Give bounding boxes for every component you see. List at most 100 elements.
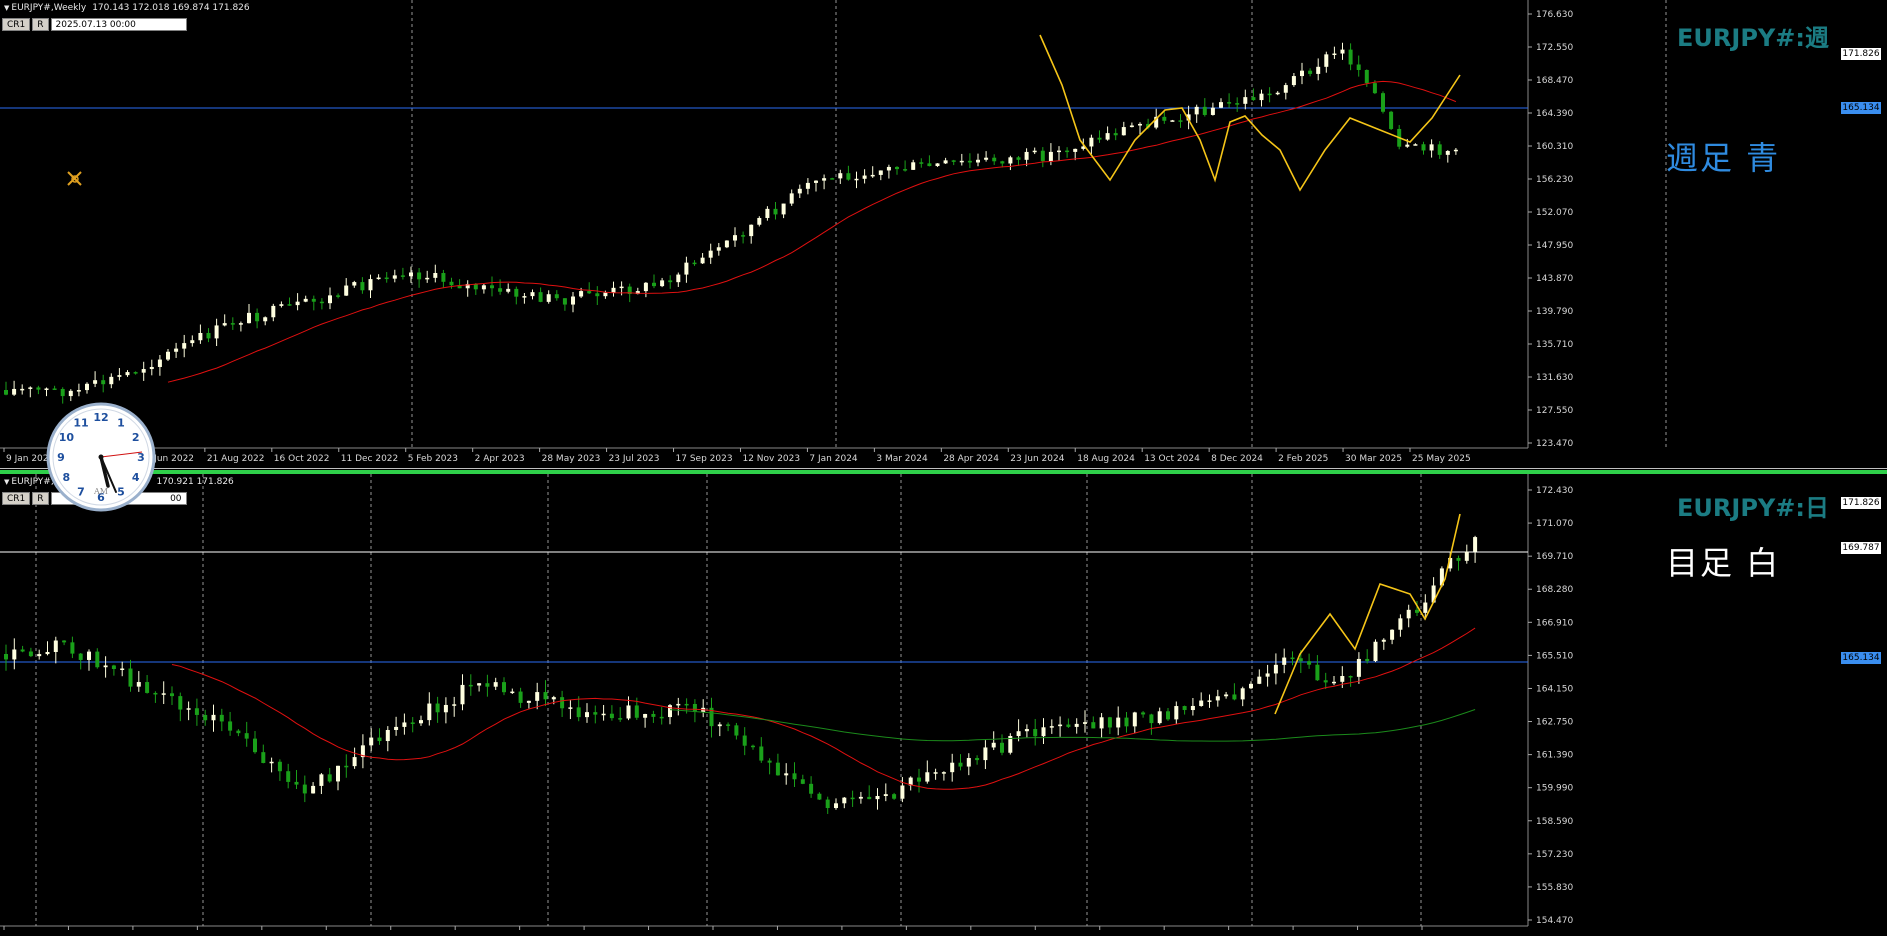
price-tick-label: 165.510 [1536, 651, 1573, 661]
weekly-chart-pane[interactable]: 176.630 172.550 168.470 164.390 160.310 156.2… [0, 0, 1887, 469]
candle-body [917, 777, 921, 782]
candle-body [1453, 149, 1458, 152]
candle-body [870, 174, 875, 177]
candle-body [376, 277, 381, 280]
candle-body [895, 166, 899, 170]
candle-body [643, 713, 648, 718]
daily-cr1-button[interactable]: CR1 [2, 492, 31, 505]
candle-body [514, 288, 519, 297]
candle-body [805, 182, 810, 189]
candle-body [609, 713, 614, 719]
candle-body [734, 725, 739, 736]
candle-body [109, 376, 114, 385]
price-tick-label: 143.870 [1536, 274, 1573, 284]
candle-body [153, 692, 158, 695]
candle-body [490, 285, 494, 289]
candle-body [538, 292, 543, 302]
candle-body [149, 366, 154, 370]
price-tick-label: 123.470 [1536, 439, 1573, 449]
candle-body [984, 157, 989, 160]
weekly-date-field[interactable]: 2025.07.13 00:00 [50, 18, 187, 31]
candle-body [850, 797, 855, 800]
candle-body [352, 282, 357, 286]
weekly-r-button[interactable]: R [32, 18, 49, 31]
daily-chart-pane[interactable]: 172.430 171.070 169.710 168.280 166.910 165.5… [0, 470, 1887, 936]
candle-body [733, 235, 737, 241]
candle-body [959, 160, 964, 163]
candle-body [1033, 729, 1038, 737]
clock-number: 8 [63, 471, 71, 484]
collapse-triangle-icon[interactable]: ▼ [4, 4, 9, 12]
date-tick-label: 21 Aug 2022 [207, 454, 265, 464]
candle-body [933, 772, 938, 774]
candle-body [684, 703, 689, 706]
candle-body [400, 275, 405, 277]
candle-body [792, 773, 797, 780]
price-tick-label: 164.390 [1536, 109, 1573, 119]
candle-body [927, 163, 932, 167]
candle-body [60, 388, 65, 397]
candle-body [700, 257, 705, 264]
price-tick-label: 131.630 [1536, 373, 1573, 383]
candle-body [1210, 107, 1215, 115]
crosshair-icon[interactable] [66, 170, 84, 188]
candle-body [809, 783, 814, 794]
candle-body [1283, 85, 1288, 93]
candle-body [618, 718, 623, 720]
collapse-triangle-icon[interactable]: ▼ [4, 478, 9, 486]
candle-body [1008, 157, 1013, 164]
candle-body [44, 388, 49, 390]
candle-body [991, 742, 996, 748]
candle-body [70, 642, 75, 654]
analog-clock-widget[interactable]: 12 1234567891011 AM [46, 402, 156, 512]
candle-body [1364, 69, 1369, 84]
candle-body [875, 796, 880, 800]
weekly-moving-average-red [167, 80, 1457, 383]
date-tick-label: 18 Aug 2024 [1077, 454, 1135, 464]
daily-white-line-price-tag: 169.787 [1841, 542, 1881, 554]
candle-body [1105, 133, 1110, 140]
candle-body [1083, 722, 1087, 724]
date-tick-label: 8 Dec 2024 [1211, 454, 1263, 464]
candle-body [120, 668, 125, 671]
candle-body [1166, 711, 1170, 720]
candle-body [1243, 97, 1248, 104]
candle-body [1091, 722, 1096, 729]
weekly-chart-canvas[interactable]: 176.630 172.550 168.470 164.390 160.310 156.2… [0, 0, 1887, 468]
candle-body [1429, 144, 1434, 151]
candle-body [1473, 537, 1478, 552]
weekly-cr1-button[interactable]: CR1 [2, 18, 31, 31]
candle-body [560, 697, 565, 709]
candle-body [141, 369, 146, 373]
candle-body [477, 683, 482, 686]
candle-body [603, 292, 608, 297]
weekly-current-price-tag: 171.826 [1841, 48, 1881, 60]
candle-body [1202, 106, 1207, 115]
candle-body [950, 762, 955, 773]
candle-body [1000, 742, 1004, 753]
candle-body [1121, 127, 1126, 136]
candle-body [781, 203, 786, 215]
candle-body [203, 714, 208, 721]
candle-body [206, 332, 211, 339]
candle-body [20, 649, 25, 652]
candle-body [708, 250, 713, 258]
candle-body [1307, 661, 1312, 665]
daily-moving-average-red [171, 627, 1476, 790]
candle-body [983, 747, 988, 761]
candle-body [554, 294, 559, 299]
candle-body [911, 162, 916, 170]
daily-chart-canvas[interactable]: 172.430 171.070 169.710 168.280 166.910 165.5… [0, 474, 1887, 932]
candle-body [883, 794, 888, 797]
candle-body [87, 651, 91, 660]
candle-body [194, 708, 199, 715]
candle-body [28, 387, 33, 389]
weekly-symbol-label: EURJPY#:週 [1677, 24, 1829, 52]
candle-body [992, 157, 997, 162]
candle-body [717, 724, 722, 727]
candle-body [493, 682, 498, 687]
candle-body [1182, 706, 1187, 711]
candle-body [336, 765, 340, 782]
candle-body [384, 277, 389, 280]
clock-am-label: AM [93, 487, 108, 496]
